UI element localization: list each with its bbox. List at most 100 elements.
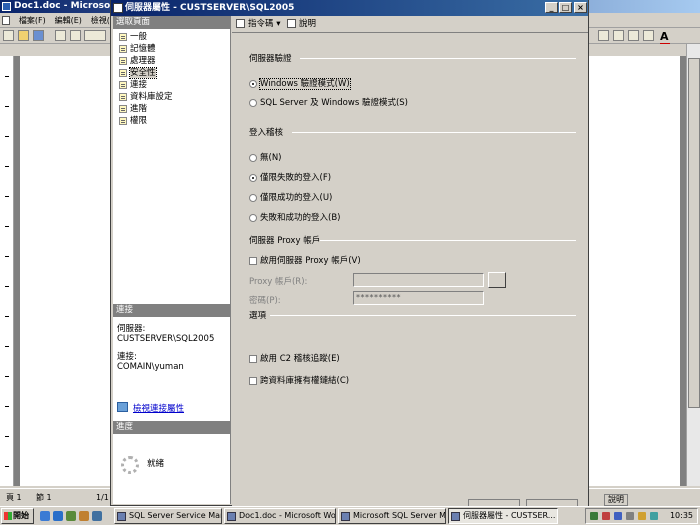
outlook-icon[interactable]	[53, 511, 63, 521]
proxy-account-label: Proxy 帳戶(R):	[249, 277, 308, 287]
save-icon[interactable]	[33, 30, 44, 41]
outdent-icon[interactable]	[643, 30, 654, 41]
server-value: CUSTSERVER\SQL2005	[117, 334, 215, 344]
windows-auth-radio[interactable]: Windows 驗證模式(W)	[249, 78, 351, 90]
font-color-icon[interactable]: A	[660, 30, 670, 45]
ie-icon[interactable]	[40, 511, 50, 521]
menu-edit[interactable]: 編輯(E)	[55, 13, 82, 28]
task-word[interactable]: Doc1.doc - Microsoft Word	[224, 508, 336, 524]
document-icon[interactable]	[2, 16, 10, 25]
tray-sql-icon[interactable]	[614, 512, 622, 520]
zoom-dropdown[interactable]	[84, 30, 106, 41]
clock[interactable]: 10:35	[670, 509, 693, 523]
media-icon[interactable]	[79, 511, 89, 521]
word-app-icon	[2, 2, 11, 11]
script-button[interactable]: 指令碼 ▾	[236, 16, 280, 33]
connection-label: 連接:	[117, 352, 137, 362]
taskbar: 開始 SQL Server Service Mana... Doc1.doc -…	[0, 506, 700, 525]
radio-selected-icon	[249, 173, 257, 182]
connection-value: COMAIN\yuman	[117, 362, 184, 372]
desktop-icon[interactable]	[66, 511, 76, 521]
select-page-header: 選取頁面	[113, 16, 230, 29]
page-icon	[119, 33, 127, 41]
radio-icon	[249, 193, 257, 202]
options-title: 選項	[249, 311, 267, 321]
dialog-title-bar[interactable]: 伺服器屬性 - CUSTSERVER\SQL2005 _ □ ×	[111, 0, 588, 16]
sql-service-icon	[117, 512, 126, 521]
help-button[interactable]: 說明	[287, 16, 316, 33]
cross-db-chaining-checkbox[interactable]: 跨資料庫擁有權鏈結(C)	[249, 376, 349, 386]
proxy-account-title: 伺服器 Proxy 帳戶	[249, 236, 321, 246]
numbering-icon[interactable]	[613, 30, 624, 41]
progress-spinner-icon	[121, 456, 139, 474]
dialog-title-text: 伺服器屬性 - CUSTSERVER\SQL2005	[125, 3, 295, 13]
enable-proxy-checkbox[interactable]: 啟用伺服器 Proxy 帳戶(V)	[249, 256, 361, 266]
minimize-button[interactable]: _	[545, 2, 558, 13]
divider	[320, 240, 576, 241]
help-icon	[287, 19, 296, 28]
view-connection-properties-link[interactable]: 檢視連接屬性	[117, 402, 184, 414]
maximize-button[interactable]: □	[559, 2, 572, 13]
document-page-right[interactable]	[588, 56, 680, 486]
document-page-left[interactable]	[20, 56, 112, 486]
c2-audit-checkbox[interactable]: 啟用 C2 稽核追蹤(E)	[249, 354, 340, 364]
scrollbar-thumb[interactable]	[688, 58, 700, 408]
tray-network-icon[interactable]	[590, 512, 598, 520]
checkbox-icon	[249, 354, 257, 363]
print-icon[interactable]	[55, 30, 66, 41]
tray-volume-icon[interactable]	[626, 512, 634, 520]
close-button[interactable]: ×	[574, 2, 587, 13]
server-label: 伺服器:	[117, 324, 146, 334]
start-button[interactable]: 開始	[1, 508, 34, 524]
mixed-auth-radio[interactable]: SQL Server 及 Windows 驗證模式(S)	[249, 98, 408, 108]
proxy-account-field[interactable]	[353, 273, 484, 287]
task-sql-service-manager[interactable]: SQL Server Service Mana...	[114, 508, 222, 524]
radio-selected-icon	[249, 79, 257, 88]
browse-button[interactable]	[488, 272, 506, 288]
audit-failed-radio[interactable]: 僅限失敗的登入(F)	[249, 173, 331, 183]
task-server-properties[interactable]: 伺服器屬性 - CUSTSER...	[448, 508, 558, 524]
menu-file[interactable]: 檔案(F)	[19, 13, 46, 28]
simplified-icon[interactable]	[70, 30, 81, 41]
divider	[300, 58, 576, 59]
page-icon	[119, 117, 127, 125]
page-icon	[119, 45, 127, 53]
password-field[interactable]: **********	[353, 291, 484, 305]
page-item-general[interactable]: 一般	[119, 31, 230, 43]
page-item-security[interactable]: 安全性	[119, 67, 230, 79]
script-icon	[236, 19, 245, 28]
page-item-connections[interactable]: 連接	[119, 79, 230, 91]
page-item-advanced[interactable]: 進階	[119, 103, 230, 115]
indent-icon[interactable]	[628, 30, 639, 41]
server-properties-dialog: 伺服器屬性 - CUSTSERVER\SQL2005 _ □ × 選取頁面 一般…	[110, 0, 589, 507]
vertical-scrollbar[interactable]	[686, 44, 700, 486]
vertical-ruler	[0, 56, 14, 486]
tray-app-icon[interactable]	[650, 512, 658, 520]
tray-ime-icon[interactable]	[638, 512, 646, 520]
audit-both-radio[interactable]: 失敗和成功的登入(B)	[249, 213, 340, 223]
radio-icon	[249, 213, 257, 222]
page-item-permissions[interactable]: 權限	[119, 115, 230, 127]
page-item-memory[interactable]: 記憶體	[119, 43, 230, 55]
dialog-toolbar: 指令碼 ▾ 說明	[232, 16, 588, 33]
task-sql-management-studio[interactable]: Microsoft SQL Server Ma...	[338, 508, 446, 524]
audit-none-radio[interactable]: 無(N)	[249, 153, 282, 163]
audit-success-radio[interactable]: 僅限成功的登入(U)	[249, 193, 332, 203]
explorer-icon[interactable]	[92, 511, 102, 521]
login-audit-title: 登入稽核	[249, 128, 284, 138]
system-tray: 10:35	[585, 508, 698, 524]
dialog-icon	[451, 512, 460, 521]
tray-security-icon[interactable]	[602, 512, 610, 520]
page-item-database-settings[interactable]: 資料庫設定	[119, 91, 230, 103]
page-icon	[119, 105, 127, 113]
page-icon	[119, 93, 127, 101]
divider	[270, 315, 576, 316]
open-folder-icon[interactable]	[18, 30, 29, 41]
radio-icon	[249, 98, 257, 107]
page-icon	[119, 57, 127, 65]
word-help-button[interactable]: 說明	[604, 494, 628, 506]
password-label: 密碼(P):	[249, 296, 281, 306]
page-item-processors[interactable]: 處理器	[119, 55, 230, 67]
align-left-icon[interactable]	[598, 30, 609, 41]
new-doc-icon[interactable]	[3, 30, 14, 41]
